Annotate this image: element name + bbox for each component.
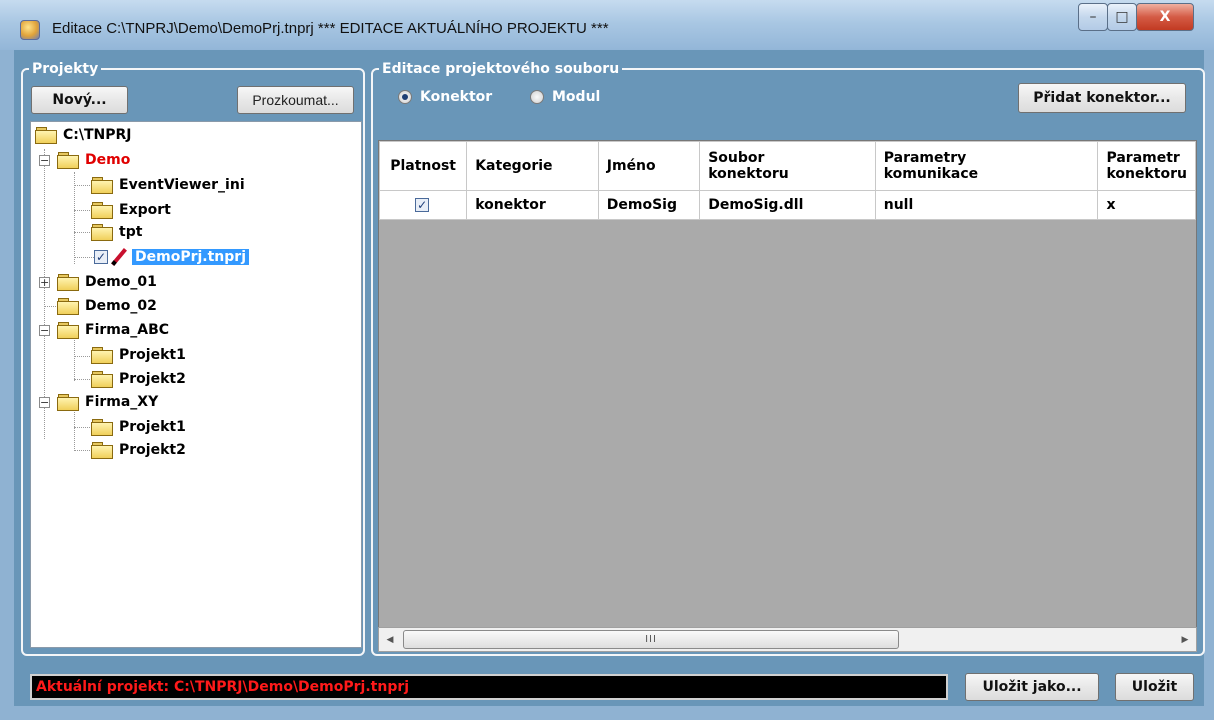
- folder-icon: [91, 224, 113, 241]
- tree-node-label: Firma_XY: [85, 394, 159, 410]
- horizontal-scrollbar[interactable]: ◀ III ▶: [378, 627, 1197, 652]
- column-header-conn-params[interactable]: Parametr konektoru: [1097, 141, 1196, 191]
- folder-icon: [91, 371, 113, 388]
- expand-demo01-icon[interactable]: +: [39, 277, 50, 288]
- folder-icon: [57, 394, 79, 411]
- connector-grid[interactable]: Platnost Kategorie Jméno Soubor konektoru…: [378, 140, 1197, 652]
- tree-node-label: Projekt1: [119, 347, 186, 363]
- column-header-valid[interactable]: Platnost: [379, 141, 468, 191]
- folder-icon: [57, 322, 79, 339]
- maximize-icon: □: [1115, 9, 1129, 25]
- tree-node-firma-xy[interactable]: Firma_XY: [57, 391, 158, 413]
- collapse-demo-icon[interactable]: −: [39, 155, 50, 166]
- folder-icon: [91, 202, 113, 219]
- collapse-firma-abc-icon[interactable]: −: [39, 325, 50, 336]
- window-frame-bottom: [0, 706, 1214, 720]
- cell-valid[interactable]: ✓: [379, 190, 468, 220]
- current-project-status: Aktuální projekt: C:\TNPRJ\Demo\DemoPrj.…: [30, 674, 948, 700]
- tree-node-label: tpt: [119, 224, 143, 240]
- cell-file[interactable]: DemoSig.dll: [699, 190, 876, 220]
- tree-node-label: Projekt2: [119, 371, 186, 387]
- cell-name[interactable]: DemoSig: [597, 190, 701, 220]
- editor-title: Editace projektového souboru: [379, 60, 623, 78]
- folder-icon: [57, 274, 79, 291]
- folder-icon: [91, 419, 113, 436]
- tree-node-label: Projekt1: [119, 419, 186, 435]
- table-row[interactable]: ✓ konektor DemoSig DemoSig.dll null x: [379, 190, 1196, 220]
- save-button[interactable]: Uložit: [1115, 673, 1194, 701]
- tree-node-label: Demo: [85, 152, 131, 168]
- maximize-button[interactable]: □: [1107, 3, 1137, 31]
- tree-node-demo02[interactable]: Demo_02: [57, 295, 157, 317]
- column-header-file[interactable]: Soubor konektoru: [699, 141, 876, 191]
- save-as-button[interactable]: Uložit jako...: [965, 673, 1099, 701]
- cell-conn-params[interactable]: x: [1097, 190, 1196, 220]
- tree-node-label: Demo_02: [85, 298, 157, 314]
- add-connector-button[interactable]: Přidat konektor...: [1018, 83, 1186, 113]
- title-bar: Editace C:\TNPRJ\Demo\DemoPrj.tnprj *** …: [0, 0, 1214, 50]
- tree-node-export[interactable]: Export: [91, 199, 171, 221]
- close-button[interactable]: X: [1136, 3, 1194, 31]
- radio-connector[interactable]: Konektor: [398, 89, 492, 105]
- tree-node-demo01[interactable]: Demo_01: [57, 271, 157, 293]
- radio-module-label: Modul: [552, 89, 601, 105]
- folder-icon: [91, 347, 113, 364]
- window-title: Editace C:\TNPRJ\Demo\DemoPrj.tnprj *** …: [52, 20, 609, 37]
- folder-icon: [35, 127, 57, 144]
- scroll-right-icon[interactable]: ▶: [1174, 628, 1196, 651]
- tree-node-label: Firma_ABC: [85, 322, 170, 338]
- radio-unchecked-icon: [530, 90, 544, 104]
- tree-node-firma-abc[interactable]: Firma_ABC: [57, 319, 169, 341]
- minimize-icon: –: [1089, 9, 1097, 25]
- pencil-icon: [110, 248, 128, 266]
- scroll-left-icon[interactable]: ◀: [379, 628, 401, 651]
- cell-comm-params[interactable]: null: [874, 190, 1099, 220]
- window-frame-right: [1204, 50, 1214, 720]
- scroll-thumb[interactable]: III: [403, 630, 899, 649]
- window-frame-left: [0, 50, 14, 720]
- cell-category[interactable]: konektor: [466, 190, 599, 220]
- column-header-category[interactable]: Kategorie: [466, 141, 599, 191]
- tree-node-label: Demo_01: [85, 274, 157, 290]
- collapse-firma-xy-icon[interactable]: −: [39, 397, 50, 408]
- folder-icon: [57, 152, 79, 169]
- tree-node-projekt1[interactable]: Projekt1: [91, 344, 186, 366]
- checkbox-checked-icon[interactable]: ✓: [94, 250, 108, 264]
- tree-node-projekt2[interactable]: Projekt2: [91, 439, 186, 461]
- radio-connector-label: Konektor: [420, 89, 493, 105]
- tree-node-label: C:\TNPRJ: [63, 127, 132, 143]
- checkbox-checked-icon[interactable]: ✓: [415, 198, 430, 212]
- column-header-name[interactable]: Jméno: [597, 141, 701, 191]
- new-project-button[interactable]: Nový...: [31, 86, 128, 114]
- folder-icon: [91, 442, 113, 459]
- radio-checked-icon: [398, 90, 412, 104]
- tree-node-demo[interactable]: Demo: [57, 149, 130, 171]
- tree-node-root[interactable]: C:\TNPRJ: [35, 124, 132, 146]
- radio-module[interactable]: Modul: [530, 89, 600, 105]
- folder-icon: [57, 298, 79, 315]
- folder-icon: [91, 177, 113, 194]
- project-tree[interactable]: − + − − C:\TNPRJ Demo EventViewer_ini Ex…: [30, 121, 362, 648]
- tree-node-projekt2[interactable]: Projekt2: [91, 368, 186, 390]
- column-header-comm-params[interactable]: Parametry komunikace: [874, 141, 1099, 191]
- tree-node-label: EventViewer_ini: [119, 177, 245, 193]
- table-header-row: Platnost Kategorie Jméno Soubor konektoru…: [379, 141, 1196, 191]
- tree-node-tpt[interactable]: tpt: [91, 221, 142, 243]
- close-icon: X: [1159, 9, 1171, 25]
- tree-node-eventviewer[interactable]: EventViewer_ini: [91, 174, 245, 196]
- tree-node-label: Export: [119, 202, 171, 218]
- browse-button[interactable]: Prozkoumat...: [237, 86, 354, 114]
- tree-node-demoprj[interactable]: ✓ DemoPrj.tnprj: [94, 246, 249, 268]
- tree-node-label: DemoPrj.tnprj: [132, 249, 249, 265]
- projects-title: Projekty: [29, 60, 102, 78]
- tree-node-projekt1[interactable]: Projekt1: [91, 416, 186, 438]
- connector-table: Platnost Kategorie Jméno Soubor konektoru…: [379, 141, 1196, 220]
- app-icon: [20, 20, 40, 40]
- minimize-button[interactable]: –: [1078, 3, 1108, 31]
- tree-node-label: Projekt2: [119, 442, 186, 458]
